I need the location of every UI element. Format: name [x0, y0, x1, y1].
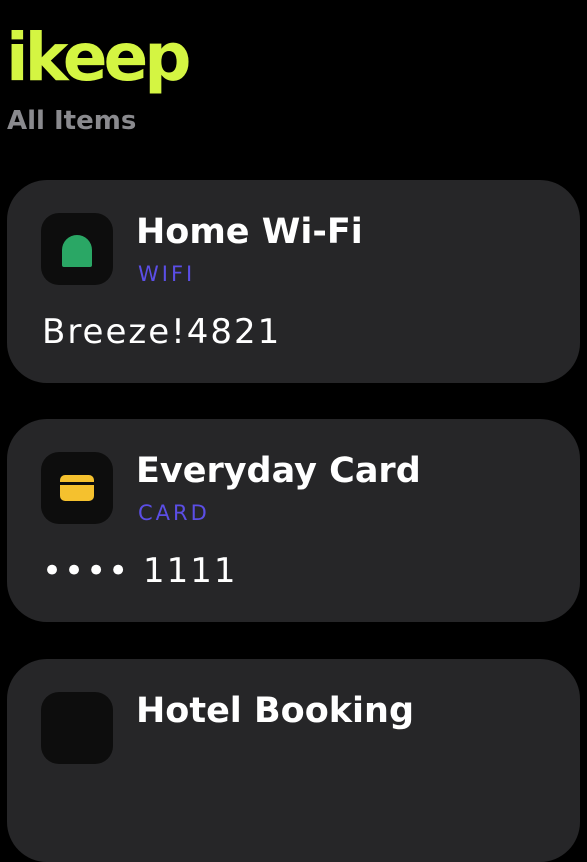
- item-title: Home Wi-Fi: [136, 212, 363, 252]
- item-icon-tile: [41, 213, 113, 285]
- item-title: Hotel Booking: [136, 691, 415, 731]
- item-card-home-wifi[interactable]: Home Wi-Fi WIFI Breeze!4821: [7, 180, 580, 383]
- item-list: Home Wi-Fi WIFI Breeze!4821 Everyday Car…: [0, 0, 587, 862]
- item-card-hotel-booking[interactable]: Hotel Booking: [7, 659, 580, 862]
- item-value: •••• 1111: [42, 551, 238, 591]
- item-category: CARD: [138, 501, 210, 525]
- item-category: WIFI: [138, 262, 196, 286]
- item-title: Everyday Card: [136, 451, 421, 491]
- item-value: Breeze!4821: [42, 312, 282, 352]
- wifi-icon: [62, 235, 92, 267]
- item-icon-tile: [41, 452, 113, 524]
- item-icon-tile: [41, 692, 113, 764]
- credit-card-icon: [60, 475, 94, 501]
- item-card-everyday-card[interactable]: Everyday Card CARD •••• 1111: [7, 419, 580, 622]
